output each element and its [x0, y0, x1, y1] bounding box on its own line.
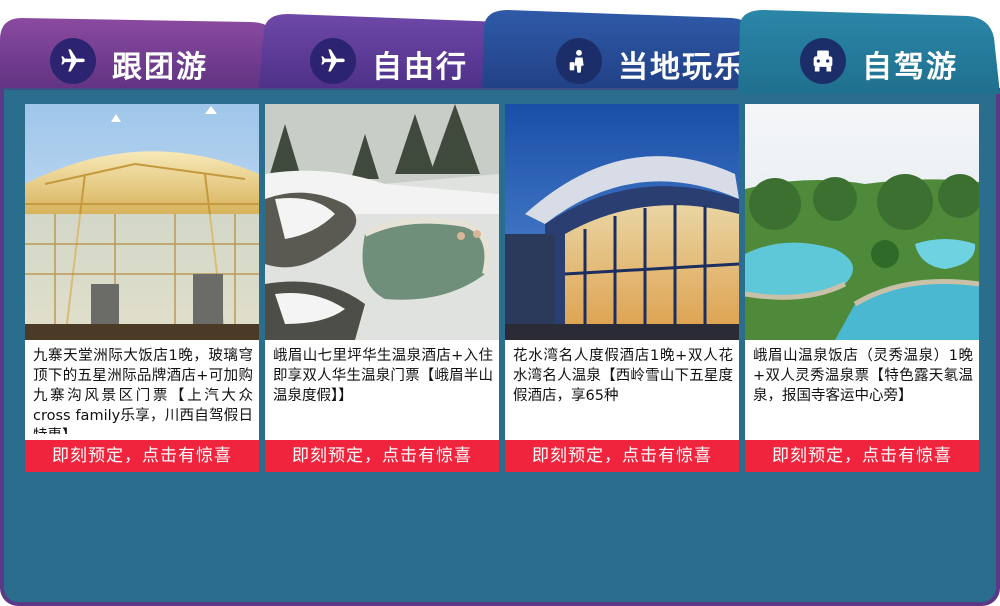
- card-description: 峨眉山七里坪华生温泉酒店+入住即享双人华生温泉门票【峨眉半山温泉度假】】: [273, 348, 493, 404]
- tab-local-activities[interactable]: 当地玩乐: [482, 10, 772, 94]
- airplane-icon: [50, 38, 96, 84]
- hotel-photo: [745, 104, 979, 340]
- book-now-button[interactable]: 即刻预定，点击有惊喜: [25, 440, 259, 472]
- book-now-button[interactable]: 即刻预定，点击有惊喜: [265, 440, 499, 472]
- hotel-photo: [25, 104, 259, 340]
- card-description: 九寨天堂洲际大饭店1晚，玻璃穹顶下的五星洲际品牌酒店+可加购九寨沟风景区门票【上…: [33, 348, 253, 434]
- product-card[interactable]: 九寨天堂洲际大饭店1晚，玻璃穹顶下的五星洲际品牌酒店+可加购九寨沟风景区门票【上…: [25, 104, 259, 472]
- hotel-photo: [265, 104, 499, 340]
- tab-label: 自由行: [372, 50, 468, 85]
- product-card[interactable]: 花水湾名人度假酒店1晚+双人花水湾名人温泉【西岭雪山下五星度假酒店，享65种 即…: [505, 104, 739, 472]
- book-now-button[interactable]: 即刻预定，点击有惊喜: [745, 440, 979, 472]
- tab-label: 自驾游: [862, 50, 958, 85]
- card-description: 峨眉山温泉饭店（灵秀温泉）1晚+双人灵秀温泉票【特色露天氡温泉，报国寺客运中心旁…: [753, 348, 973, 404]
- book-now-button[interactable]: 即刻预定，点击有惊喜: [505, 440, 739, 472]
- tab-label: 当地玩乐: [618, 50, 746, 85]
- hotel-photo: [505, 104, 739, 340]
- product-card[interactable]: 峨眉山七里坪华生温泉酒店+入住即享双人华生温泉门票【峨眉半山温泉度假】】 即刻预…: [265, 104, 499, 472]
- card-description: 花水湾名人度假酒店1晚+双人花水湾名人温泉【西岭雪山下五星度假酒店，享65种: [513, 348, 733, 404]
- product-card[interactable]: 峨眉山温泉饭店（灵秀温泉）1晚+双人灵秀温泉票【特色露天氡温泉，报国寺客运中心旁…: [745, 104, 979, 472]
- tab-group-tour[interactable]: 跟团游: [0, 10, 292, 94]
- tab-label: 跟团游: [112, 50, 208, 85]
- tab-self-drive[interactable]: 自驾游: [738, 10, 1000, 94]
- car-icon: [800, 38, 846, 84]
- traveler-icon: [556, 38, 602, 84]
- airplane-icon: [310, 38, 356, 84]
